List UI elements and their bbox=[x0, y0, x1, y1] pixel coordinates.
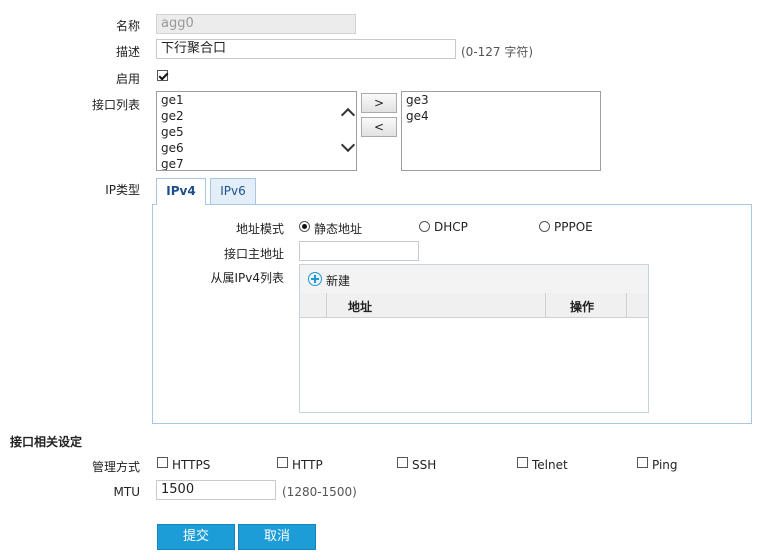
column-operation: 操作 bbox=[570, 300, 595, 314]
chevron-down-icon[interactable] bbox=[340, 137, 356, 153]
column-divider bbox=[626, 293, 627, 317]
list-item[interactable]: ge3 bbox=[402, 92, 600, 108]
primary-address-input[interactable] bbox=[299, 241, 419, 261]
tab-ipv4[interactable]: IPv4 bbox=[156, 178, 206, 205]
interface-list-label: 接口列表 bbox=[91, 98, 140, 112]
https-checkbox[interactable] bbox=[157, 457, 168, 468]
selected-interfaces-list[interactable]: ge3 ge4 bbox=[401, 91, 601, 171]
add-interface-button[interactable]: > bbox=[361, 93, 397, 113]
table-toolbar: 新建 bbox=[300, 265, 648, 294]
interface-settings-title: 接口相关设定 bbox=[10, 435, 83, 449]
list-item[interactable]: ge2 bbox=[157, 108, 356, 124]
description-hint: (0-127 字符) bbox=[461, 45, 534, 59]
static-address-radio[interactable] bbox=[299, 221, 310, 232]
ssh-checkbox[interactable] bbox=[397, 457, 408, 468]
https-label: HTTPS bbox=[172, 458, 211, 472]
ipv4-panel: 地址模式 静态地址 DHCP PPPOE 接口主地址 从属IPv4列表 新建 地… bbox=[152, 204, 752, 424]
pppoe-radio[interactable] bbox=[539, 221, 550, 232]
add-circle-icon[interactable] bbox=[308, 272, 322, 286]
description-label: 描述 bbox=[115, 45, 140, 59]
list-item[interactable]: ge5 bbox=[157, 124, 356, 140]
list-item[interactable]: ge1 bbox=[157, 92, 356, 108]
new-button[interactable]: 新建 bbox=[326, 272, 350, 289]
list-item[interactable]: ge4 bbox=[402, 108, 600, 124]
management-label: 管理方式 bbox=[91, 460, 140, 474]
telnet-label: Telnet bbox=[532, 458, 568, 472]
http-checkbox[interactable] bbox=[277, 457, 288, 468]
primary-address-label: 接口主地址 bbox=[223, 247, 284, 261]
mtu-hint: (1280-1500) bbox=[282, 485, 357, 499]
telnet-checkbox[interactable] bbox=[517, 457, 528, 468]
available-interfaces-list[interactable]: ge1 ge2 ge5 ge6 ge7 bbox=[156, 91, 357, 171]
tab-ipv6[interactable]: IPv6 bbox=[210, 178, 256, 204]
column-address: 地址 bbox=[348, 300, 373, 314]
enable-label: 启用 bbox=[115, 72, 140, 86]
name-input[interactable]: agg0 bbox=[156, 14, 356, 34]
dhcp-label: DHCP bbox=[434, 220, 468, 234]
pppoe-label: PPPOE bbox=[554, 220, 593, 234]
http-label: HTTP bbox=[292, 458, 323, 472]
secondary-ipv4-table: 新建 地址 操作 bbox=[299, 264, 649, 413]
enable-checkbox[interactable] bbox=[157, 70, 168, 81]
secondary-ipv4-list-label: 从属IPv4列表 bbox=[210, 271, 284, 285]
remove-interface-button[interactable]: < bbox=[361, 117, 397, 137]
ip-type-label: IP类型 bbox=[105, 183, 140, 197]
chevron-up-icon[interactable] bbox=[340, 107, 356, 123]
description-input[interactable]: 下行聚合口 bbox=[156, 39, 456, 59]
ssh-label: SSH bbox=[412, 458, 437, 472]
ping-label: Ping bbox=[652, 458, 678, 472]
cancel-button[interactable]: 取消 bbox=[238, 524, 316, 550]
mtu-input[interactable]: 1500 bbox=[156, 480, 276, 500]
mtu-label: MTU bbox=[113, 485, 140, 499]
dhcp-radio[interactable] bbox=[419, 221, 430, 232]
list-item[interactable]: ge6 bbox=[157, 140, 356, 156]
ping-checkbox[interactable] bbox=[637, 457, 648, 468]
address-mode-label: 地址模式 bbox=[235, 222, 284, 236]
header-select-cell bbox=[300, 293, 327, 317]
table-header: 地址 操作 bbox=[300, 293, 648, 318]
static-address-label: 静态地址 bbox=[314, 222, 363, 236]
column-divider bbox=[545, 293, 546, 317]
submit-button[interactable]: 提交 bbox=[157, 524, 235, 550]
name-label: 名称 bbox=[115, 19, 140, 33]
list-scrollbar[interactable] bbox=[340, 92, 356, 170]
list-item[interactable]: ge7 bbox=[157, 156, 356, 170]
